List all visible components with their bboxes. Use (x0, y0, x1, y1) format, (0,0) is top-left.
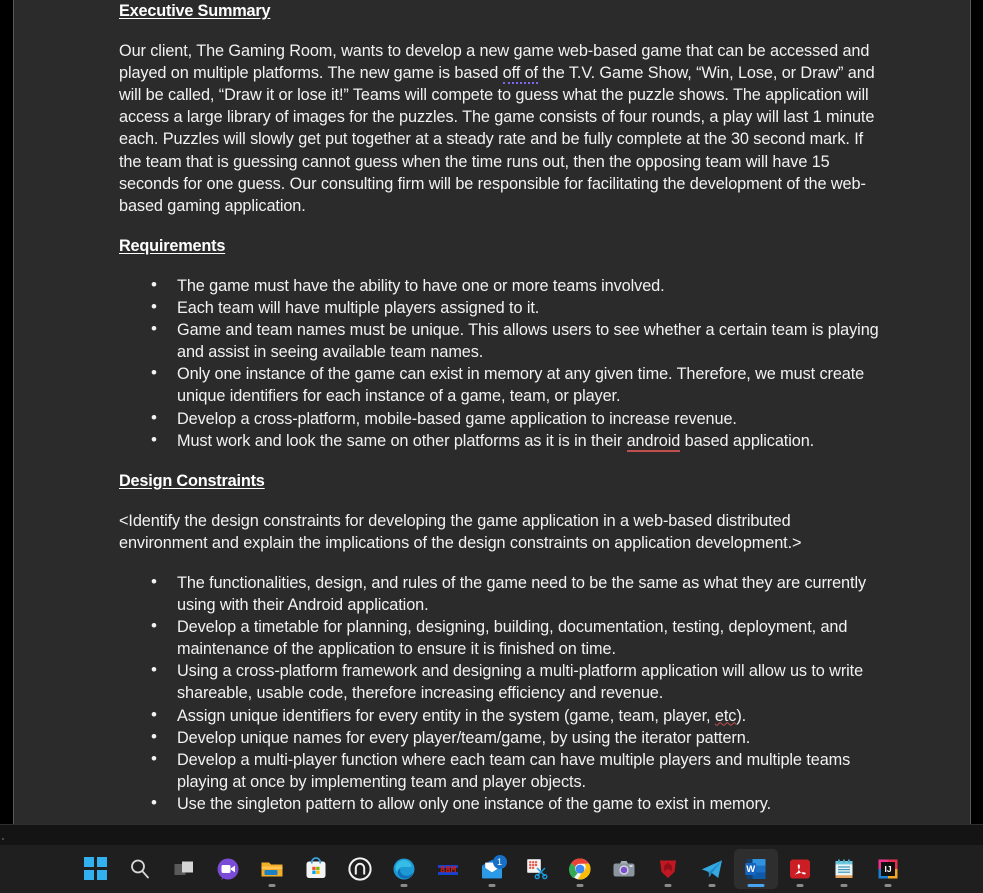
word-button[interactable]: W (733, 849, 778, 889)
chat-video-icon (216, 857, 240, 881)
bullet-item: Assign unique identifiers for every enti… (119, 704, 879, 727)
running-app-indicator (884, 884, 891, 887)
task-view-icon (172, 857, 196, 881)
bullet-list: The game must have the ability to have o… (119, 274, 879, 452)
mcafee-button[interactable] (646, 849, 690, 889)
bullet-list: The functionalities, design, and rules o… (119, 571, 879, 815)
search-button[interactable] (118, 849, 162, 889)
chrome-icon (568, 857, 592, 881)
windows-logo-icon (83, 857, 108, 881)
camera-icon (612, 857, 636, 881)
snipping-tool-icon (524, 857, 548, 881)
chrome-button[interactable] (558, 849, 602, 889)
bullet-item: Develop a multi-player function where ea… (119, 748, 879, 793)
bullet-item: Develop a cross-platform, mobile-based g… (119, 406, 879, 430)
mcafee-shield-icon (656, 857, 680, 881)
mail-button[interactable]: 1 (470, 849, 514, 889)
telegram-button[interactable] (690, 849, 734, 889)
acrobat-icon (788, 857, 812, 881)
snipping-tool-button[interactable] (514, 849, 558, 889)
document-page[interactable]: Executive Summary Our client, The Gaming … (13, 0, 971, 824)
bullet-item: Using a cross-platform framework and des… (119, 659, 879, 704)
document-body[interactable]: Executive Summary Our client, The Gaming … (119, 0, 879, 815)
notepad-button[interactable] (822, 849, 866, 889)
svg-text:88M: 88M (439, 866, 456, 876)
intellij-button[interactable]: IJ (866, 849, 910, 889)
store-bag-icon (304, 857, 328, 881)
microsoft-store-button[interactable] (294, 849, 338, 889)
notepad-icon (832, 857, 856, 881)
bullet-item: The game must have the ability to have o… (119, 274, 879, 297)
file-explorer-button[interactable] (250, 849, 294, 889)
notification-badge: 1 (492, 855, 507, 869)
red-digital-icon: 88M (436, 857, 460, 881)
bullet-item: Must work and look the same on other pla… (119, 429, 879, 452)
telegram-icon (700, 857, 724, 881)
bullet-item: Game and team names must be unique. This… (119, 318, 879, 363)
folder-icon (260, 857, 284, 881)
windows-taskbar: 88M 1 W IJ (0, 845, 983, 893)
running-app-indicator (576, 884, 583, 887)
search-icon (128, 857, 152, 881)
running-app-indicator (488, 884, 495, 887)
bullet-item: Only one instance of the game can exist … (119, 362, 879, 407)
acrobat-button[interactable] (778, 849, 822, 889)
running-app-indicator (796, 884, 803, 887)
bullet-item: The functionalities, design, and rules o… (119, 571, 879, 616)
mail-icon: 1 (480, 855, 507, 881)
chat-button[interactable] (206, 849, 250, 889)
section-heading: Design Constraints (119, 471, 265, 490)
task-view-button[interactable] (162, 849, 206, 889)
circle-arch-icon (347, 857, 372, 881)
svg-text:IJ: IJ (884, 864, 891, 874)
camera-button[interactable] (602, 849, 646, 889)
svg-text:W: W (746, 864, 755, 875)
intellij-icon: IJ (876, 857, 900, 881)
section-heading: Requirements (119, 236, 226, 255)
bullet-item: Each team will have multiple players ass… (119, 296, 879, 319)
screen: Executive Summary Our client, The Gaming … (0, 0, 983, 893)
running-app-indicator (664, 884, 671, 887)
digital-clock-button[interactable]: 88M (426, 849, 470, 889)
word-document-canvas: Executive Summary Our client, The Gaming … (0, 0, 983, 824)
word-icon: W (744, 857, 768, 881)
grammar-flagged-text[interactable]: off of (502, 64, 538, 85)
running-app-indicator (268, 884, 275, 887)
app-circle-button[interactable] (338, 849, 382, 889)
edge-button[interactable] (382, 849, 426, 889)
running-app-indicator (400, 884, 407, 887)
word-status-bar (0, 824, 983, 845)
spelling-flagged-text[interactable]: android (626, 431, 680, 452)
bullet-item: Use the singleton pattern to allow only … (119, 792, 879, 815)
status-bar-dot (2, 838, 4, 840)
edge-icon (392, 857, 416, 881)
bullet-item: Develop a timetable for planning, design… (119, 615, 879, 660)
section-heading: Executive Summary (119, 2, 271, 20)
active-app-indicator (747, 884, 764, 887)
start-button[interactable] (74, 849, 118, 889)
running-app-indicator (708, 884, 715, 887)
paragraph: <Identify the design constraints for dev… (119, 511, 802, 552)
spelling-flagged-text[interactable]: etc (715, 707, 737, 725)
running-app-indicator (840, 884, 847, 887)
taskbar-items: 88M 1 W IJ (74, 849, 910, 889)
bullet-item: Develop unique names for every player/te… (119, 726, 879, 749)
paragraph: Our client, The Gaming Room, wants to de… (119, 42, 875, 215)
